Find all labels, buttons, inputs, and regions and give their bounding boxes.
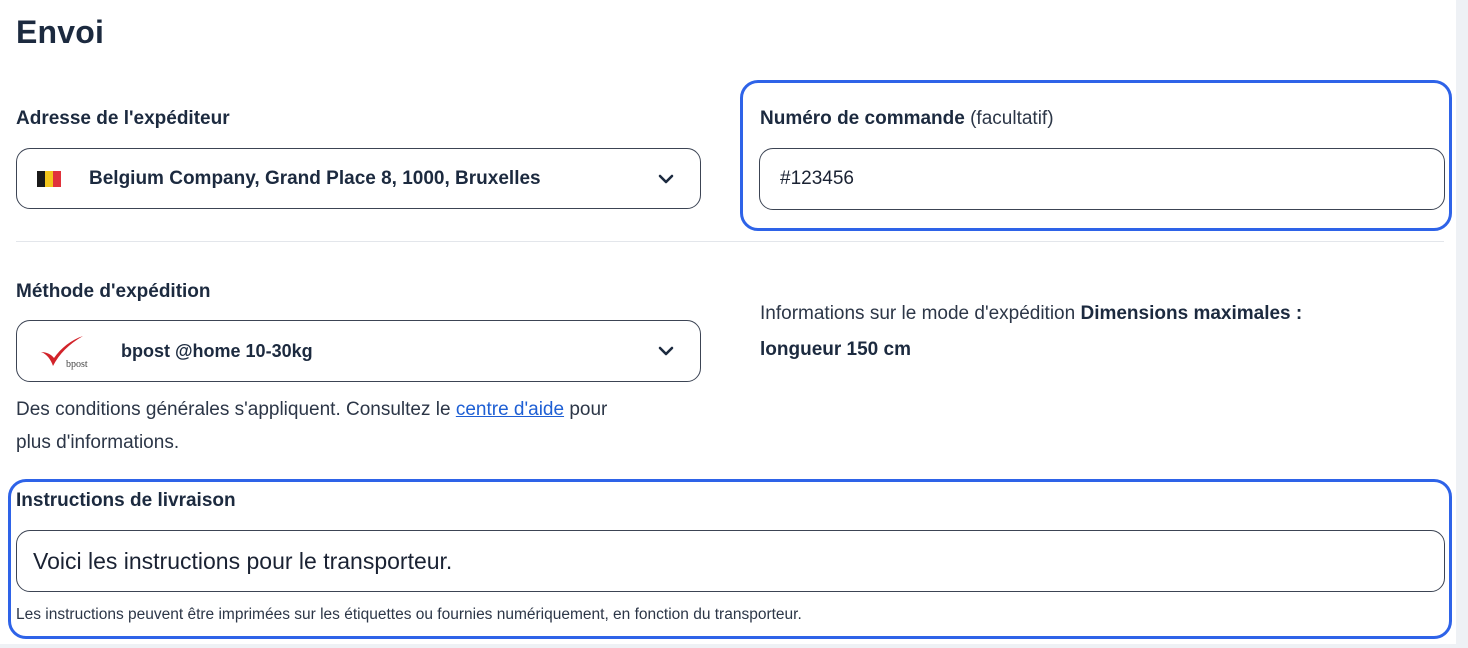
- order-number-optional: (facultatif): [970, 108, 1054, 129]
- delivery-instructions-input[interactable]: [16, 530, 1445, 592]
- page-right-edge: [1456, 0, 1468, 648]
- order-number-label-text: Numéro de commande: [760, 108, 965, 129]
- shipping-method-select[interactable]: bpost bpost @home 10-30kg: [16, 320, 701, 382]
- chevron-down-icon: [658, 346, 674, 356]
- section-title: Envoi: [16, 14, 105, 50]
- order-number-field[interactable]: [760, 168, 1444, 190]
- shipping-terms-text: Des conditions générales s'appliquent. C…: [16, 393, 716, 459]
- page-bottom-edge: [0, 644, 1468, 648]
- sender-address-value: Belgium Company, Grand Place 8, 1000, Br…: [89, 167, 541, 189]
- shipping-method-label: Méthode d'expédition: [16, 281, 211, 302]
- help-center-link[interactable]: centre d'aide: [456, 399, 564, 420]
- delivery-instructions-note: Les instructions peuvent être imprimées …: [16, 606, 802, 623]
- chevron-down-icon: [658, 174, 674, 183]
- section-divider: [16, 241, 1444, 242]
- max-length-value: longueur 150 cm: [760, 339, 911, 360]
- delivery-instructions-label: Instructions de livraison: [16, 490, 236, 511]
- max-dimensions-label: Dimensions maximales :: [1080, 303, 1303, 324]
- shipping-method-value: bpost @home 10-30kg: [121, 340, 313, 361]
- sender-address-select[interactable]: Belgium Company, Grand Place 8, 1000, Br…: [16, 148, 701, 209]
- delivery-instructions-field[interactable]: [17, 547, 1444, 575]
- order-number-label: Numéro de commande (facultatif): [760, 108, 1054, 130]
- sender-address-label: Adresse de l'expéditeur: [16, 108, 230, 129]
- shipping-info-label: Informations sur le mode d'expédition: [760, 303, 1081, 324]
- terms-text-before: Des conditions générales s'appliquent. C…: [16, 399, 456, 420]
- terms-text-line2: plus d'informations.: [16, 432, 180, 453]
- shipping-info-text: Informations sur le mode d'expédition Di…: [760, 296, 1440, 368]
- order-number-input[interactable]: [759, 148, 1445, 210]
- bpost-logo-icon: bpost: [37, 332, 101, 370]
- bpost-logo-text: bpost: [66, 359, 88, 370]
- belgium-flag-icon: [37, 170, 61, 187]
- terms-text-after: pour: [564, 399, 608, 420]
